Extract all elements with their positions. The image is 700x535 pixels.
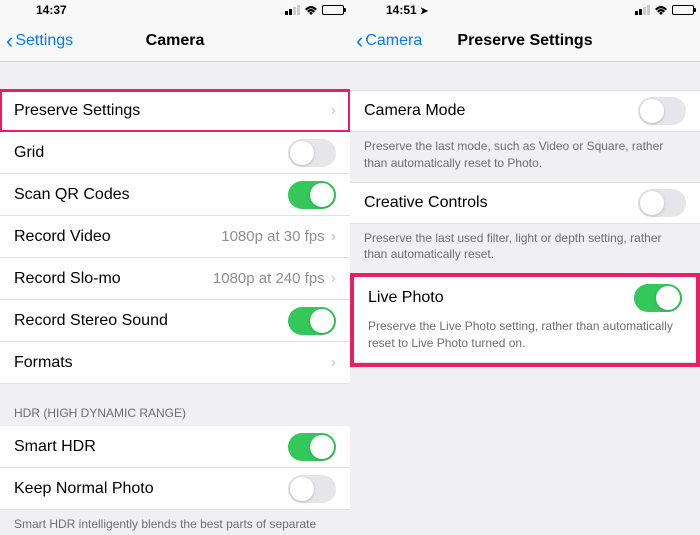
grid-toggle[interactable]	[288, 139, 336, 167]
chevron-right-icon: ›	[331, 270, 336, 288]
chevron-left-icon: ‹	[6, 30, 13, 52]
row-keep-normal[interactable]: Keep Normal Photo	[0, 468, 350, 510]
row-record-video[interactable]: Record Video 1080p at 30 fps ›	[0, 216, 350, 258]
section-footer-camera-mode: Preserve the last mode, such as Video or…	[350, 132, 700, 182]
stereo-toggle[interactable]	[288, 307, 336, 335]
battery-icon	[322, 5, 344, 15]
row-detail: 1080p at 240 fps	[213, 270, 325, 287]
row-camera-mode[interactable]: Camera Mode	[350, 90, 700, 132]
section-footer-creative: Preserve the last used filter, light or …	[350, 224, 700, 274]
battery-icon	[672, 5, 694, 15]
status-bar: 14:37	[0, 0, 350, 20]
scan-qr-toggle[interactable]	[288, 181, 336, 209]
row-detail: 1080p at 30 fps	[221, 228, 324, 245]
keep-normal-toggle[interactable]	[288, 475, 336, 503]
section-footer-hdr: Smart HDR intelligently blends the best …	[0, 510, 350, 535]
row-formats[interactable]: Formats ›	[0, 342, 350, 384]
settings-list: Preserve Settings › Grid Scan QR Codes R…	[0, 90, 350, 535]
row-label: Preserve Settings	[14, 102, 331, 120]
wifi-icon	[304, 5, 318, 15]
row-label: Record Stereo Sound	[14, 312, 288, 330]
row-label: Record Slo-mo	[14, 270, 213, 288]
back-button[interactable]: ‹ Settings	[0, 30, 73, 52]
row-label: Live Photo	[368, 289, 634, 307]
row-label: Camera Mode	[364, 102, 638, 120]
row-preserve-settings[interactable]: Preserve Settings ›	[0, 90, 350, 132]
status-right	[285, 5, 344, 15]
status-time: 14:51	[386, 3, 417, 17]
location-icon: ➤	[420, 6, 428, 17]
row-label: Keep Normal Photo	[14, 480, 288, 498]
row-record-slomo[interactable]: Record Slo-mo 1080p at 240 fps ›	[0, 258, 350, 300]
row-creative-controls[interactable]: Creative Controls	[350, 182, 700, 224]
row-label: Grid	[14, 144, 288, 162]
row-label: Creative Controls	[364, 194, 638, 212]
back-button[interactable]: ‹ Camera	[350, 30, 422, 52]
back-label: Camera	[365, 32, 422, 50]
row-live-photo[interactable]: Live Photo	[354, 277, 696, 319]
row-stereo-sound[interactable]: Record Stereo Sound	[0, 300, 350, 342]
row-scan-qr[interactable]: Scan QR Codes	[0, 174, 350, 216]
wifi-icon	[654, 5, 668, 15]
status-bar: 14:51 ➤	[350, 0, 700, 20]
camera-mode-toggle[interactable]	[638, 97, 686, 125]
nav-bar: ‹ Settings Camera	[0, 20, 350, 62]
row-label: Scan QR Codes	[14, 186, 288, 204]
creative-controls-toggle[interactable]	[638, 189, 686, 217]
status-time: 14:37	[6, 3, 67, 17]
chevron-right-icon: ›	[331, 102, 336, 120]
section-live-photo: Live Photo Preserve the Live Photo setti…	[350, 273, 700, 367]
row-label: Formats	[14, 354, 331, 372]
signal-icon	[635, 5, 650, 15]
preserve-list: Camera Mode Preserve the last mode, such…	[350, 90, 700, 367]
live-photo-toggle[interactable]	[634, 284, 682, 312]
section-footer-live-photo: Preserve the Live Photo setting, rather …	[354, 318, 696, 363]
status-right	[635, 5, 694, 15]
chevron-left-icon: ‹	[356, 30, 363, 52]
chevron-right-icon: ›	[331, 228, 336, 246]
row-grid[interactable]: Grid	[0, 132, 350, 174]
back-label: Settings	[15, 32, 73, 50]
nav-bar: ‹ Camera Preserve Settings	[350, 20, 700, 62]
status-left: 14:51 ➤	[356, 3, 428, 17]
screen-camera-settings: 14:37 ‹ Settings Camera Preserve Setting…	[0, 0, 350, 535]
smart-hdr-toggle[interactable]	[288, 433, 336, 461]
row-label: Record Video	[14, 228, 221, 246]
row-label: Smart HDR	[14, 438, 288, 456]
row-smart-hdr[interactable]: Smart HDR	[0, 426, 350, 468]
screen-preserve-settings: 14:51 ➤ ‹ Camera Preserve Settings Camer…	[350, 0, 700, 535]
section-header-hdr: HDR (HIGH DYNAMIC RANGE)	[0, 384, 350, 426]
signal-icon	[285, 5, 300, 15]
chevron-right-icon: ›	[331, 354, 336, 372]
